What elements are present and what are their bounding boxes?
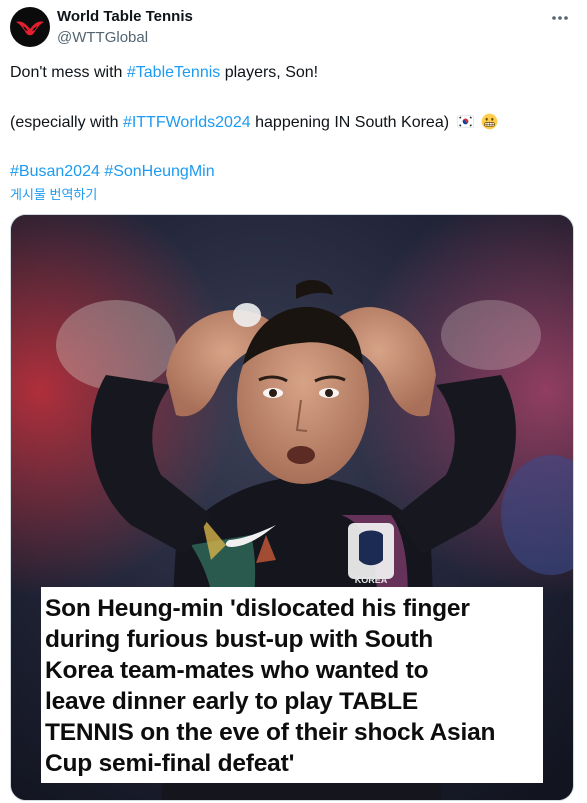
- translate-post-link[interactable]: 게시물 번역하기: [10, 184, 97, 203]
- account-name[interactable]: World Table Tennis: [57, 8, 193, 25]
- news-headline: Son Heung-min 'dislocated his finger dur…: [45, 593, 539, 779]
- headline-line: Son Heung-min 'dislocated his finger: [45, 595, 470, 622]
- tweet-text-segment: happening IN South Korea): [250, 114, 450, 131]
- headline-overlay: Son Heung-min 'dislocated his finger dur…: [41, 587, 543, 783]
- tweet-media-image[interactable]: KOREA Son Heung-min 'dislocated his fing…: [10, 214, 574, 801]
- account-handle[interactable]: @WTTGlobal: [57, 29, 148, 46]
- hashtag-tabletennis[interactable]: #TableTennis: [127, 64, 220, 81]
- wtt-logo-avatar[interactable]: [10, 7, 50, 47]
- hashtag-busan2024[interactable]: #Busan2024: [10, 163, 100, 180]
- tweet-line-2: (especially with #ITTFWorlds2024 happeni…: [10, 113, 570, 133]
- tweet-text-segment: players, Son!: [220, 64, 319, 81]
- wtt-logo-icon: [16, 21, 44, 36]
- hashtag-ittfworlds2024[interactable]: #ITTFWorlds2024: [123, 114, 251, 131]
- jersey-text: KOREA: [355, 575, 388, 585]
- headline-line: TENNIS on the eve of their shock Asian: [45, 719, 496, 746]
- tweet-text-segment: (especially with: [10, 114, 123, 131]
- more-dots-icon: [552, 16, 568, 20]
- tweet-line-1: Don't mess with #TableTennis players, So…: [10, 63, 570, 83]
- headline-line: Korea team-mates who wanted to: [45, 657, 429, 684]
- tweet-text: Don't mess with #TableTennis players, So…: [10, 63, 570, 182]
- more-options-button[interactable]: [545, 7, 575, 29]
- tweet-line-3: #Busan2024 #SonHeungMin: [10, 162, 570, 182]
- grimacing-face-emoji: [481, 113, 498, 130]
- headline-line: leave dinner early to play TABLE: [45, 688, 419, 715]
- hashtag-sonheungmin[interactable]: #SonHeungMin: [104, 163, 214, 180]
- tweet-header: World Table Tennis @WTTGlobal: [10, 7, 577, 51]
- tweet-text-segment: Don't mess with: [10, 64, 127, 81]
- headline-line: Cup semi-final defeat': [45, 750, 295, 777]
- south-korea-flag-emoji: [456, 115, 474, 128]
- headline-line: during furious bust-up with South: [45, 626, 434, 653]
